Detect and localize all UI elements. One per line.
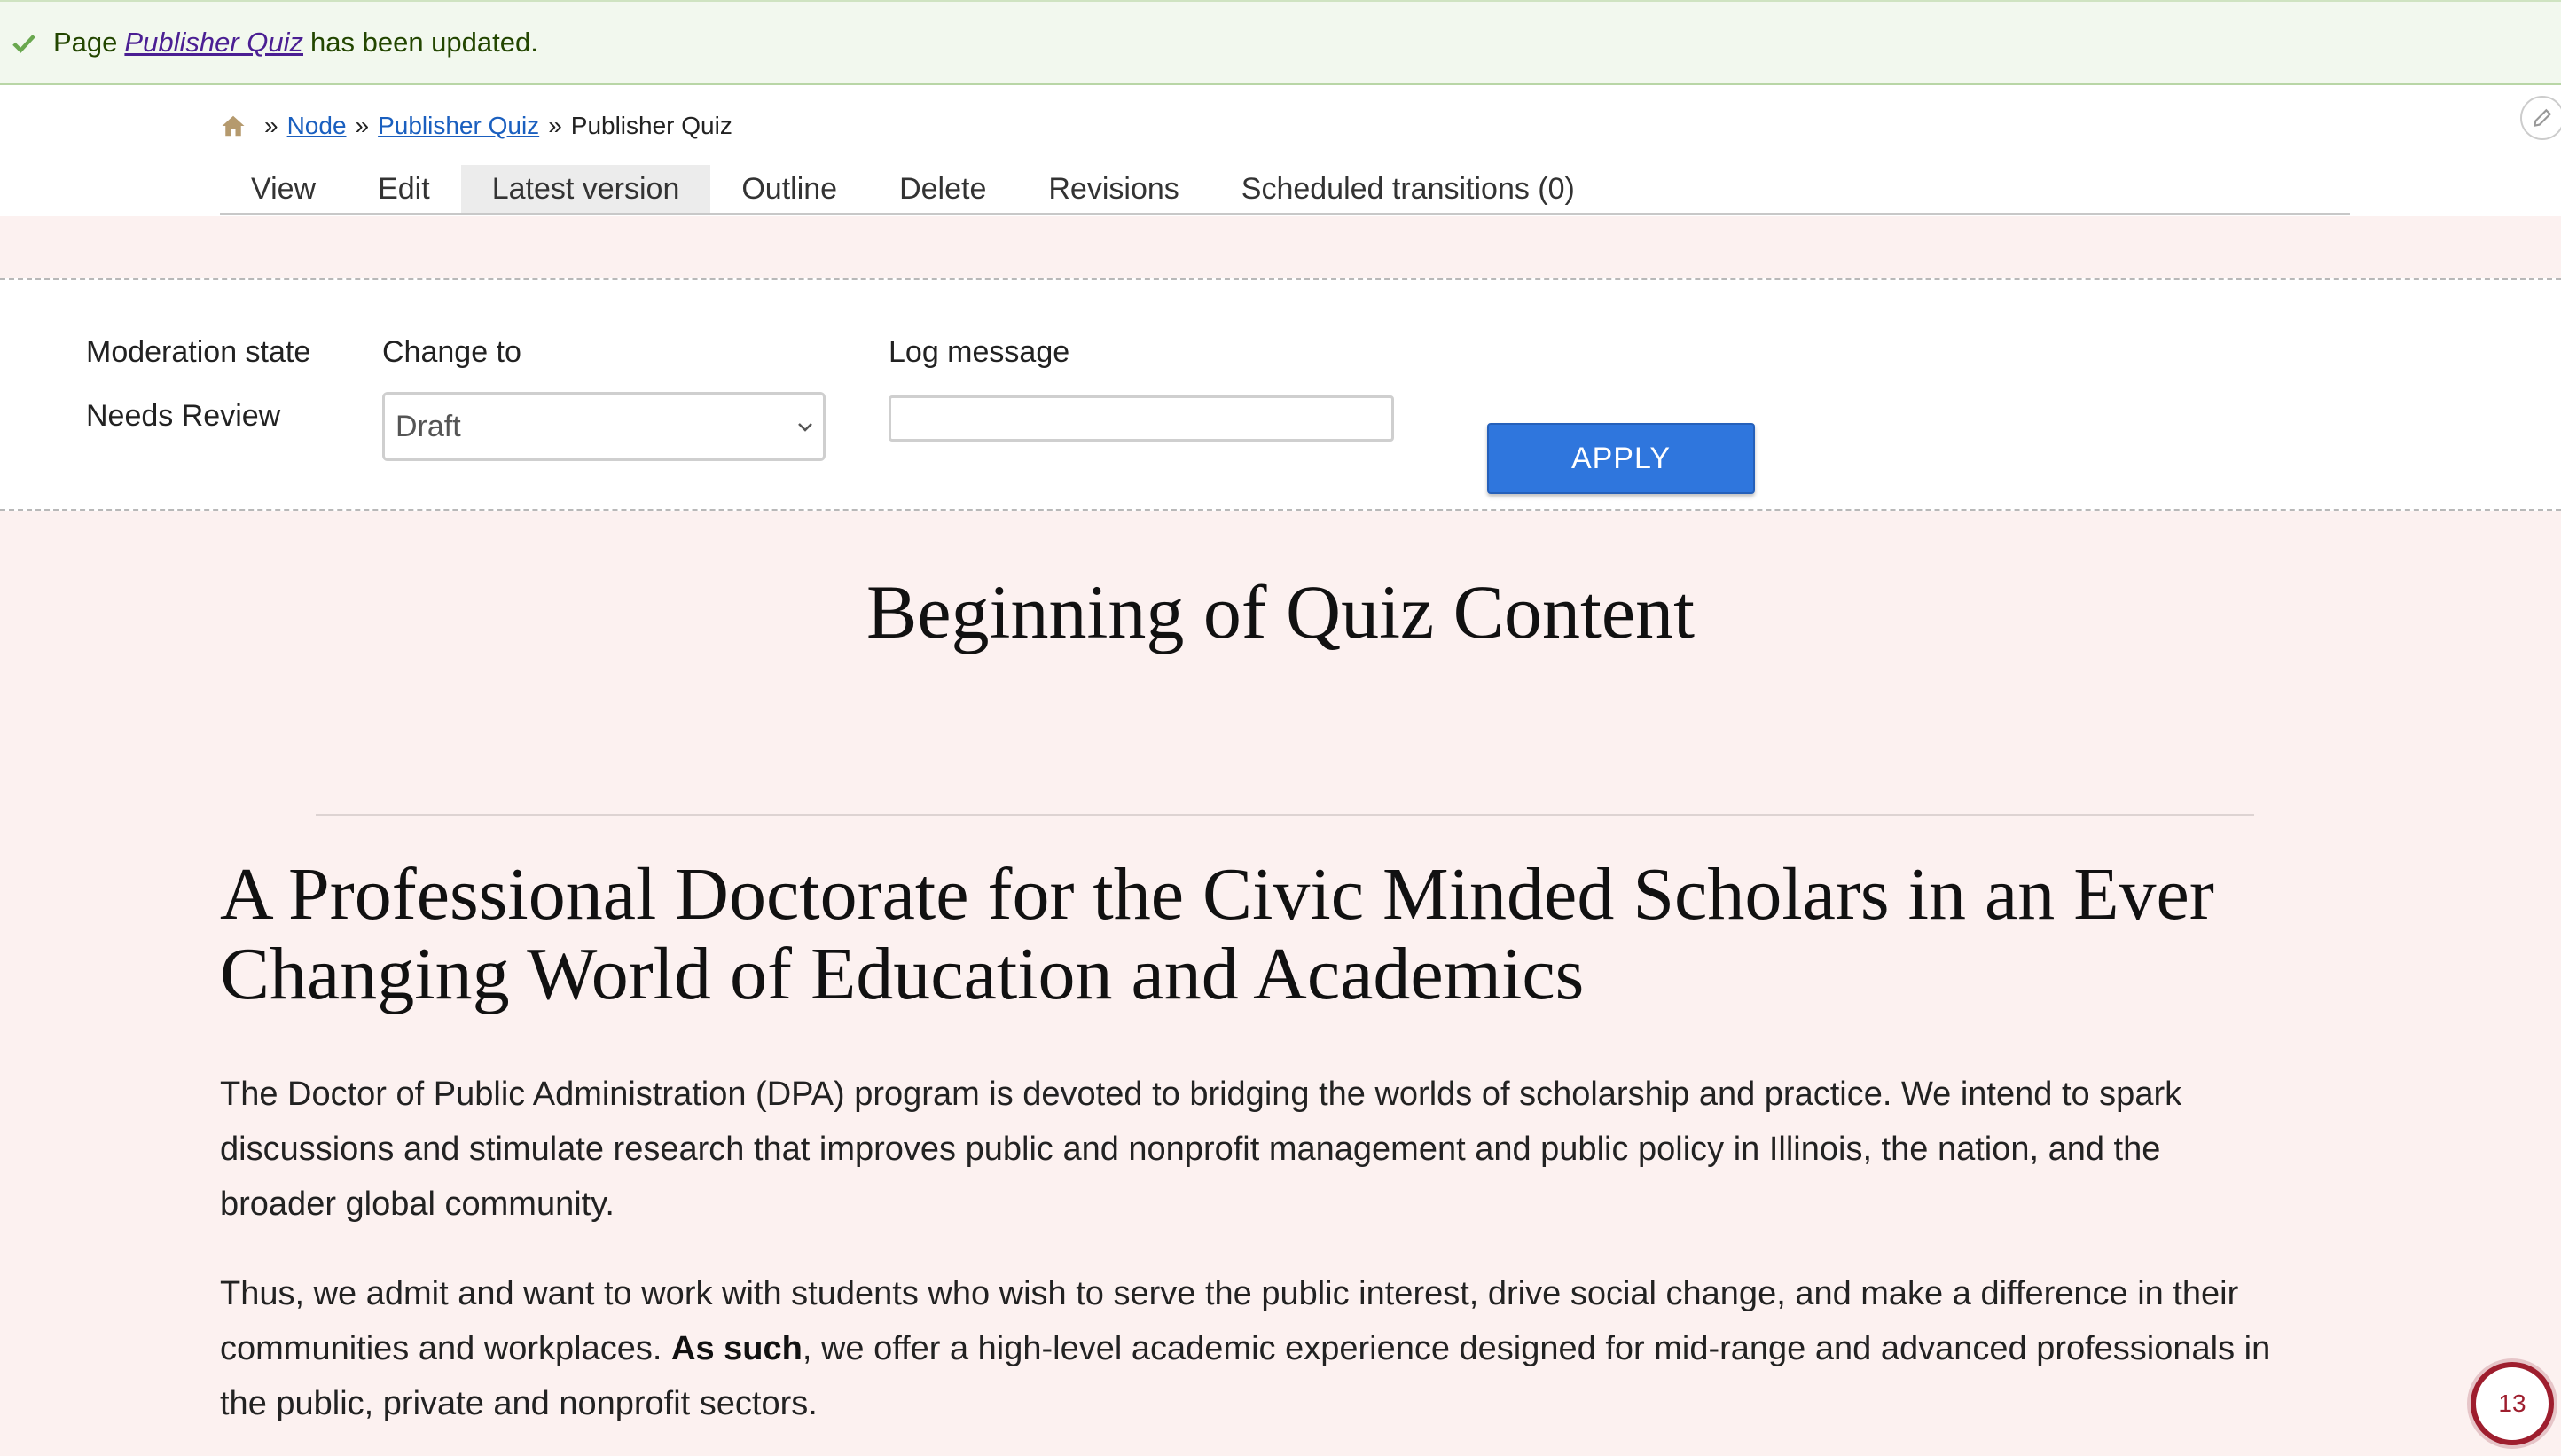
breadcrumb-current: Publisher Quiz [570,112,732,139]
paragraph-line: communities and workplaces. As such, we … [220,1321,2366,1376]
change-to-selected-value: Draft [396,409,461,443]
apply-button[interactable]: APPLY [1487,423,1755,494]
page-heading: A Professional Doctorate for the Civic M… [220,855,2384,1014]
tab-view[interactable]: View [220,165,347,213]
breadcrumb-separator: » [264,112,278,139]
paragraph-line: The Doctor of Public Administration (DPA… [220,1076,2182,1113]
breadcrumb: » Node » Publisher Quiz » Publisher Quiz [220,108,732,144]
tab-scheduled-transitions[interactable]: Scheduled transitions (0) [1210,165,1606,213]
log-message-label: Log message [889,335,1070,369]
change-to-label: Change to [382,335,521,369]
tab-latest-version[interactable]: Latest version [460,165,711,213]
badge-count: 13 [2498,1389,2526,1417]
moderation-state-value: Needs Review [86,399,281,433]
bold-text: As such [671,1330,803,1367]
status-message: Page Publisher Quiz has been updated. [0,0,2561,85]
paragraph-line: broader global community. [220,1186,615,1223]
moderation-state-label: Moderation state [86,335,311,369]
paragraph-line: Thus, we admit and want to work with stu… [220,1275,2239,1312]
status-prefix: Page [53,27,118,58]
tab-outline[interactable]: Outline [710,165,868,213]
paragraph-text: communities and workplaces. [220,1330,671,1367]
local-tasks-tabs: View Edit Latest version Outline Delete … [220,165,2350,215]
chevron-down-icon [798,423,812,432]
tab-delete[interactable]: Delete [868,165,1017,213]
change-to-select[interactable]: Draft [382,392,826,461]
breadcrumb-separator: » [355,112,370,139]
pencil-icon[interactable] [2520,96,2561,140]
paragraph-line: the public, private and nonprofit sector… [220,1385,818,1422]
tab-edit[interactable]: Edit [347,165,461,213]
heading-line: Changing World of Education and Academic… [220,933,1585,1015]
home-icon[interactable] [220,114,247,138]
check-icon [12,35,35,53]
status-suffix: has been updated. [310,27,538,58]
tab-revisions[interactable]: Revisions [1017,165,1210,213]
heading-line: A Professional Doctorate for the Civic M… [220,853,2214,935]
intro-paragraph: The Doctor of Public Administration (DPA… [220,1067,2366,1232]
notification-badge[interactable]: 13 [2471,1362,2554,1445]
mission-paragraph: Thus, we admit and want to work with stu… [220,1266,2366,1431]
paragraph-line: discussions and stimulate research that … [220,1131,2161,1168]
horizontal-divider [316,814,2254,816]
breadcrumb-link-node[interactable]: Node [287,112,347,140]
breadcrumb-link-publisher-quiz[interactable]: Publisher Quiz [378,112,539,140]
breadcrumb-separator: » [548,112,562,139]
content-title: Beginning of Quiz Content [866,569,1695,654]
status-page-link[interactable]: Publisher Quiz [124,27,303,59]
log-message-input[interactable] [889,395,1394,442]
paragraph-text: , we offer a high-level academic experie… [802,1330,2271,1367]
